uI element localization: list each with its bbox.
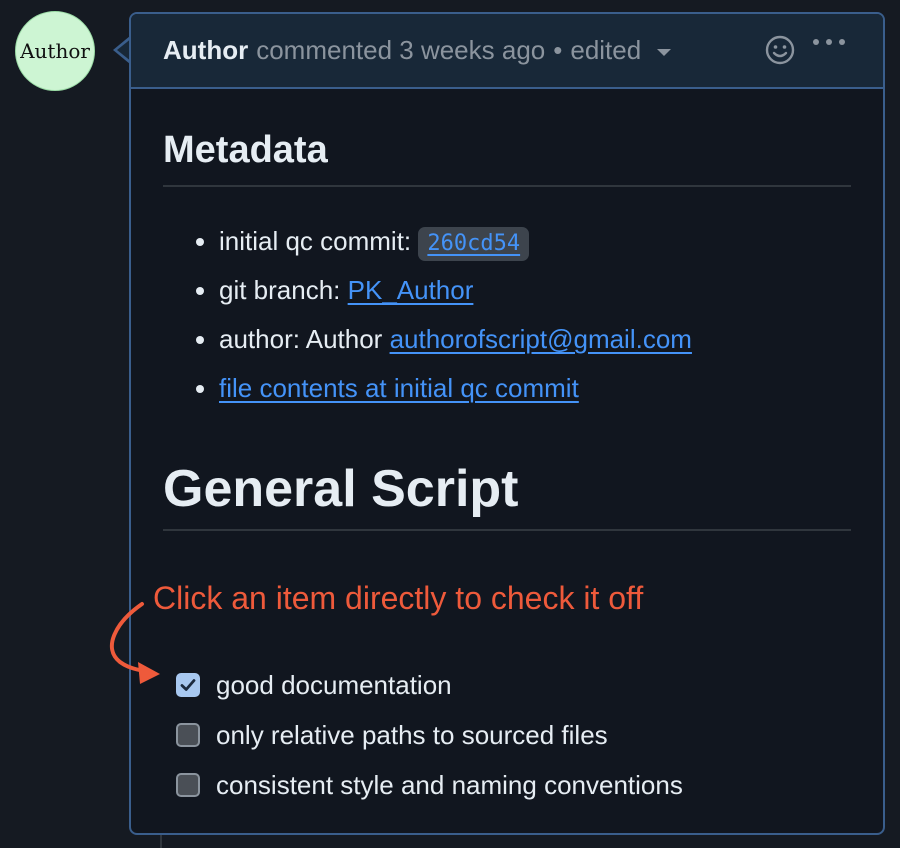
author-email-link[interactable]: authorofscript@gmail.com: [390, 324, 692, 354]
task-checkbox-checked[interactable]: [176, 673, 200, 697]
annotation-text: Click an item directly to check it off: [153, 580, 644, 616]
avatar[interactable]: Author: [15, 11, 95, 91]
task-checkbox[interactable]: [176, 773, 200, 797]
annotation-arrow-icon: [109, 602, 160, 684]
list-item: initial qc commit: 260cd54: [219, 217, 851, 266]
comment-body: Metadata initial qc commit: 260cd54 git …: [131, 89, 883, 531]
edited-label[interactable]: edited: [570, 35, 641, 66]
triangle-down-icon[interactable]: [657, 49, 672, 56]
general-script-heading: General Script: [163, 413, 851, 531]
task-label[interactable]: good documentation: [216, 670, 452, 701]
task-item[interactable]: only relative paths to sourced files: [176, 710, 683, 760]
header-separator: •: [553, 35, 563, 65]
task-list: good documentation only relative paths t…: [176, 660, 683, 810]
kebab-horizontal-icon[interactable]: [811, 36, 847, 48]
file-contents-link[interactable]: file contents at initial qc commit: [219, 373, 579, 403]
comment-timestamp[interactable]: commented 3 weeks ago: [256, 35, 545, 66]
task-label[interactable]: consistent style and naming conventions: [216, 770, 683, 801]
branch-label: git branch:: [219, 275, 348, 305]
metadata-heading: Metadata: [163, 89, 851, 187]
task-checkbox[interactable]: [176, 723, 200, 747]
smiley-icon[interactable]: [764, 34, 796, 66]
commit-label: initial qc commit:: [219, 226, 419, 256]
author-label: author: Author: [219, 324, 390, 354]
metadata-list: initial qc commit: 260cd54 git branch: P…: [163, 187, 851, 413]
task-label[interactable]: only relative paths to sourced files: [216, 720, 608, 751]
list-item: git branch: PK_Author: [219, 266, 851, 315]
comment-author[interactable]: Author: [163, 35, 248, 66]
branch-link[interactable]: PK_Author: [348, 275, 474, 305]
task-item[interactable]: good documentation: [176, 660, 683, 710]
commit-hash-link[interactable]: 260cd54: [418, 227, 530, 261]
list-item: file contents at initial qc commit: [219, 364, 851, 413]
checkmark-icon: [180, 679, 196, 691]
avatar-label: Author: [20, 39, 90, 63]
list-item: author: Author authorofscript@gmail.com: [219, 315, 851, 364]
task-item[interactable]: consistent style and naming conventions: [176, 760, 683, 810]
comment-header: Author commented 3 weeks ago • edited: [131, 14, 883, 89]
